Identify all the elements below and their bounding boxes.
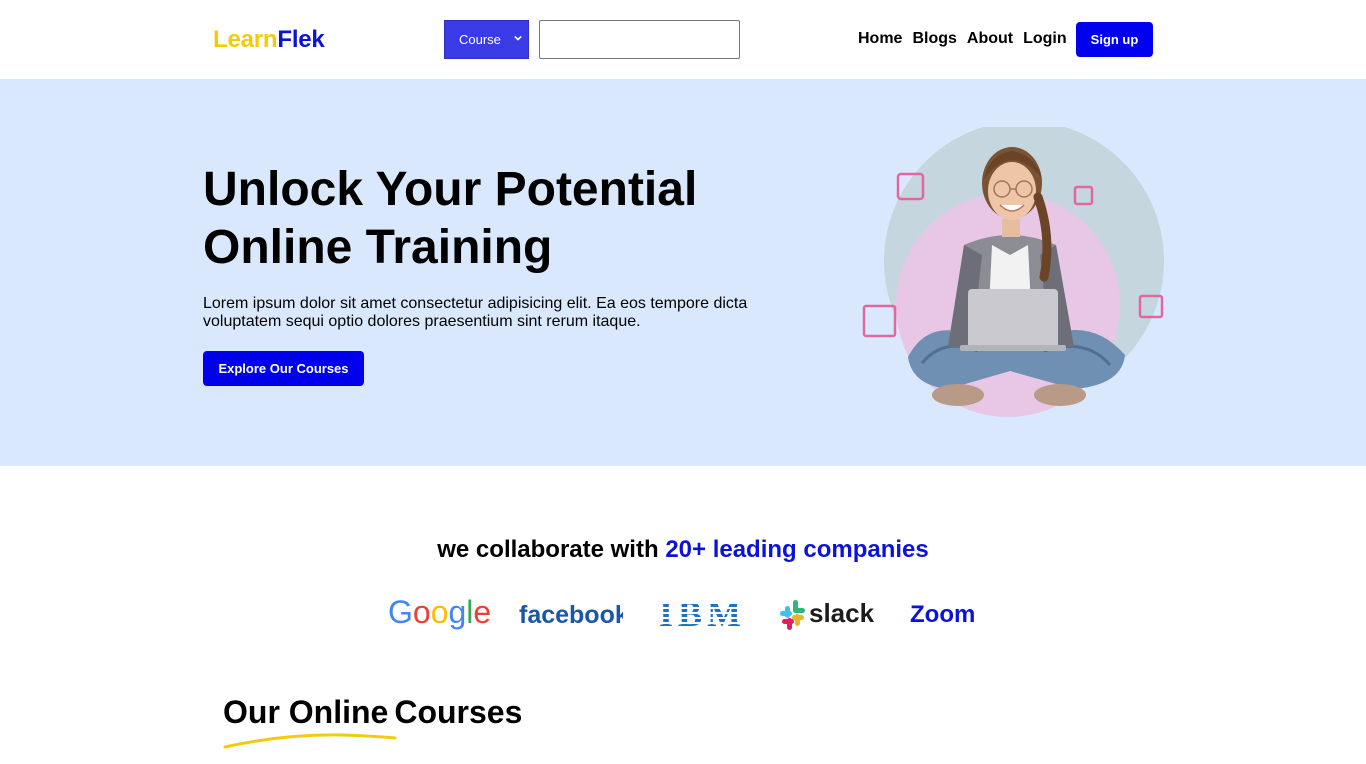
hero-description: Lorem ipsum dolor sit amet consectetur a… — [203, 295, 763, 331]
google-logo-e: e — [473, 594, 491, 630]
google-logo: Google — [388, 594, 492, 634]
site-header: LearnFlek Course Home Blogs About Login … — [0, 0, 1366, 79]
google-logo-g: G — [388, 594, 413, 630]
hero-title: Unlock Your Potential Online Training — [203, 161, 803, 277]
courses-heading-part2: Courses — [394, 694, 523, 730]
logo-learn-text: Learn — [213, 26, 278, 53]
hero-title-line2: Online Training — [203, 221, 553, 274]
partners-heading: we collaborate with 20+ leading companie… — [0, 536, 1366, 564]
logo-flek-text: Flek — [277, 26, 325, 53]
google-logo-o2: o — [431, 594, 449, 630]
student-with-laptop-illustration — [862, 127, 1164, 417]
ibm-logo: IBM — [659, 594, 743, 634]
zoom-logo: Zoom — [910, 594, 990, 634]
chevron-down-icon — [514, 35, 522, 41]
google-logo-g2: g — [448, 594, 466, 630]
hero-section: Unlock Your Potential Online Training Lo… — [0, 79, 1366, 466]
nav-home-link[interactable]: Home — [858, 30, 902, 48]
hero-description-line2: voluptatem sequi optio dolores praesenti… — [203, 313, 641, 330]
courses-heading-part1: Our Online — [223, 694, 389, 730]
google-logo-o1: o — [413, 594, 431, 630]
facebook-logo: facebook — [519, 594, 623, 634]
nav-about-link[interactable]: About — [967, 30, 1013, 48]
facebook-logo-text: facebook — [519, 601, 623, 629]
hero-title-line1: Unlock Your Potential — [203, 163, 698, 216]
course-select-value: Course — [459, 32, 501, 47]
signup-button[interactable]: Sign up — [1076, 22, 1153, 57]
main-nav: Home Blogs About Login — [858, 30, 1067, 48]
zoom-logo-text: Zoom — [910, 601, 975, 628]
course-select[interactable]: Course — [444, 20, 529, 59]
slack-logo-text: slack — [809, 598, 875, 628]
svg-text:Google: Google — [388, 594, 491, 630]
partners-heading-prefix: we collaborate with — [437, 536, 659, 563]
explore-courses-button[interactable]: Explore Our Courses — [203, 351, 364, 386]
partners-heading-highlight: 20+ leading companies — [665, 536, 929, 563]
nav-blogs-link[interactable]: Blogs — [912, 30, 956, 48]
heading-underline-decoration — [223, 733, 397, 749]
courses-heading: Our Online Courses — [223, 694, 522, 731]
slack-hash-icon — [780, 600, 805, 630]
site-logo[interactable]: LearnFlek — [213, 26, 325, 54]
partner-logos: Google facebook IBM — [388, 594, 988, 634]
google-logo-l: l — [466, 594, 473, 630]
search-input[interactable] — [539, 20, 740, 59]
slack-logo: slack — [779, 594, 883, 634]
hero-description-line1: Lorem ipsum dolor sit amet consectetur a… — [203, 295, 748, 312]
nav-login-link[interactable]: Login — [1023, 30, 1067, 48]
